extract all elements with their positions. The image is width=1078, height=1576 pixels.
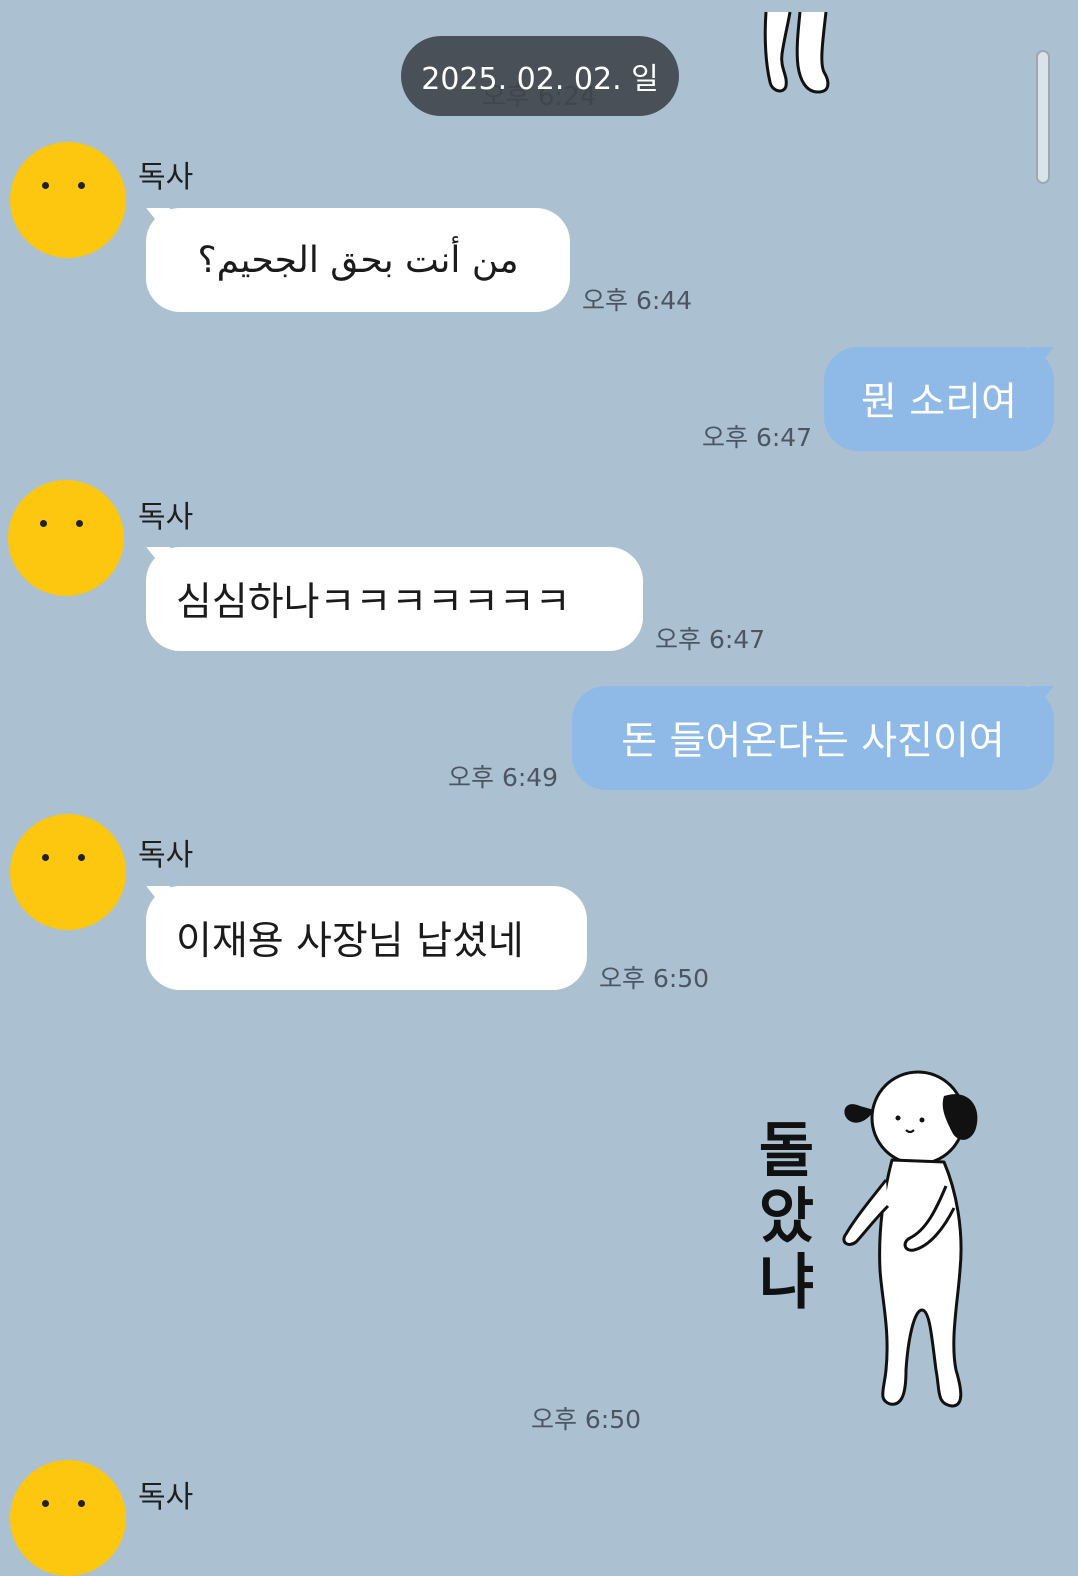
avatar-eye (78, 854, 85, 861)
message-text: 뭔 소리여 (861, 380, 1017, 425)
sticker-caption: 돌았냐 (746, 1118, 816, 1316)
avatar-eye (76, 520, 83, 527)
avatar-eye (78, 182, 85, 189)
avatar-eye (40, 520, 47, 527)
message-bubble-outgoing[interactable]: 돈 들어온다는 사진이여 (572, 686, 1054, 790)
avatar[interactable] (10, 814, 126, 930)
message-time: 오후 6:44 (582, 286, 693, 315)
sticker-character (842, 1070, 978, 1408)
date-divider: 2025. 02. 02. 일 (401, 36, 679, 116)
message-time: 오후 6:50 (599, 964, 710, 993)
avatar-eye (42, 854, 49, 861)
avatar-eye (42, 182, 49, 189)
message-bubble-incoming[interactable]: 이재용 사장님 납셨네 (146, 886, 587, 990)
scrollbar[interactable] (1036, 50, 1050, 184)
message-time: 오후 6:49 (448, 763, 559, 792)
message-text: من أنت بحق الجحيم؟ (197, 239, 519, 281)
message-time: 오후 6:50 (530, 1405, 642, 1434)
avatar[interactable] (10, 142, 126, 258)
avatar[interactable] (10, 1460, 126, 1576)
sender-name: 독사 (138, 1480, 194, 1515)
sticker-message[interactable]: 돌았냐 (730, 1060, 1000, 1420)
message-text: 이재용 사장님 납셨네 (176, 919, 524, 964)
sender-name: 독사 (138, 500, 194, 535)
avatar-eye (78, 1500, 85, 1507)
avatar-eye (42, 1500, 49, 1507)
message-bubble-outgoing[interactable]: 뭔 소리여 (824, 347, 1054, 451)
message-time: 오후 6:47 (702, 423, 813, 452)
message-bubble-incoming[interactable]: من أنت بحق الجحيم؟ (146, 208, 570, 312)
sender-name: 독사 (138, 160, 194, 195)
message-bubble-incoming[interactable]: 심심하나ㅋㅋㅋㅋㅋㅋㅋ (146, 547, 643, 651)
avatar[interactable] (8, 480, 124, 596)
message-text: 돈 들어온다는 사진이여 (621, 719, 1005, 764)
message-text: 심심하나ㅋㅋㅋㅋㅋㅋㅋ (176, 580, 571, 625)
message-time: 오후 6:47 (655, 625, 766, 654)
sender-name: 독사 (138, 838, 194, 873)
